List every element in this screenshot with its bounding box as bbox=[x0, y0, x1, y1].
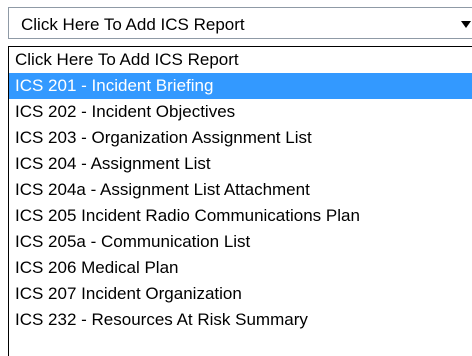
option-ics-205[interactable]: ICS 205 Incident Radio Communications Pl… bbox=[9, 203, 472, 229]
option-ics-205a[interactable]: ICS 205a - Communication List bbox=[9, 229, 472, 255]
option-ics-201[interactable]: ICS 201 - Incident Briefing bbox=[9, 73, 472, 99]
option-ics-207[interactable]: ICS 207 Incident Organization bbox=[9, 281, 472, 307]
ics-report-select[interactable]: Click Here To Add ICS Report bbox=[8, 7, 472, 39]
dropdown-option-list[interactable]: Click Here To Add ICS Report ICS 201 - I… bbox=[8, 46, 472, 356]
option-ics-203[interactable]: ICS 203 - Organization Assignment List bbox=[9, 125, 472, 151]
option-click-here-to-add[interactable]: Click Here To Add ICS Report bbox=[9, 47, 472, 73]
option-ics-206[interactable]: ICS 206 Medical Plan bbox=[9, 255, 472, 281]
chevron-down-icon[interactable] bbox=[461, 21, 471, 28]
option-ics-232[interactable]: ICS 232 - Resources At Risk Summary bbox=[9, 307, 472, 333]
option-ics-202[interactable]: ICS 202 - Incident Objectives bbox=[9, 99, 472, 125]
ics-report-dropdown: Click Here To Add ICS Report Click Here … bbox=[0, 0, 472, 356]
option-ics-204[interactable]: ICS 204 - Assignment List bbox=[9, 151, 472, 177]
option-ics-204a[interactable]: ICS 204a - Assignment List Attachment bbox=[9, 177, 472, 203]
select-current-value: Click Here To Add ICS Report bbox=[21, 15, 245, 34]
